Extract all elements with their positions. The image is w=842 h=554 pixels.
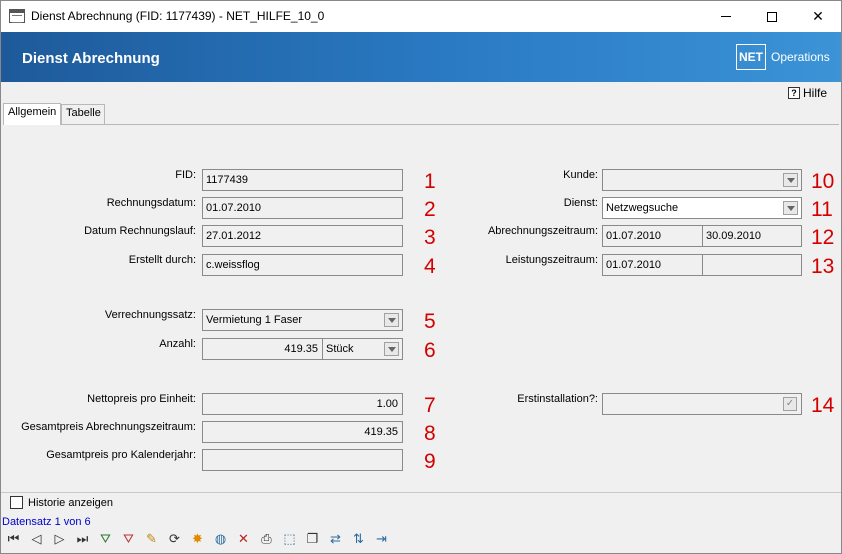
- rechnungslauf-label: Datum Rechnungslauf:: [84, 225, 196, 237]
- gesamtpreis-jahr-field[interactable]: [202, 449, 403, 471]
- maximize-icon: [767, 11, 777, 22]
- erstinstallation-label: Erstinstallation?:: [517, 393, 598, 405]
- leistungszeitraum-label: Leistungszeitraum:: [505, 254, 598, 266]
- app-icon: [9, 9, 25, 23]
- einheit-value: Stück: [326, 343, 354, 355]
- fid-label: FID:: [175, 169, 196, 181]
- divider: [1, 492, 841, 493]
- logo-text: Operations: [771, 50, 830, 64]
- next-record-icon[interactable]: ▷: [49, 529, 70, 549]
- record-toolbar: ⏮ ◁ ▷ ⏭ ⛛ ⛛ ✎ ⟳ ✸ ◍ ✕ ⎙ ⬚ ❐ ⇄ ⇅ ⇥: [3, 529, 392, 549]
- sort-icon[interactable]: ⇅: [348, 529, 369, 549]
- help-button[interactable]: ? Hilfe: [788, 86, 827, 100]
- verrechnungssatz-select[interactable]: Vermietung 1 Faser: [202, 309, 403, 331]
- tab-allgemein[interactable]: Allgemein: [3, 103, 61, 125]
- history-toggle[interactable]: Historie anzeigen: [10, 496, 113, 509]
- erstinstallation-field[interactable]: ✓: [602, 393, 802, 415]
- maximize-button[interactable]: [749, 1, 795, 32]
- marker-9: 9: [424, 450, 436, 473]
- marker-6: 6: [424, 339, 436, 362]
- prev-record-icon[interactable]: ◁: [26, 529, 47, 549]
- edit-pencil-icon[interactable]: ✎: [141, 529, 162, 549]
- gesamtpreis-jahr-label: Gesamtpreis pro Kalenderjahr:: [46, 449, 196, 461]
- window-title: Dienst Abrechnung (FID: 1177439) - NET_H…: [31, 9, 325, 23]
- refresh-icon[interactable]: ⟳: [164, 529, 185, 549]
- chevron-down-icon[interactable]: [783, 173, 798, 187]
- copy-icon[interactable]: ❐: [302, 529, 323, 549]
- nettopreis-field[interactable]: 1.00: [202, 393, 403, 415]
- form-panel: FID: 1177439 1 Rechnungsdatum: 01.07.201…: [3, 124, 839, 492]
- close-button[interactable]: ✕: [795, 1, 841, 32]
- checkbox-icon[interactable]: ✓: [783, 397, 797, 411]
- marker-10: 10: [811, 170, 835, 193]
- chevron-down-icon[interactable]: [384, 313, 399, 327]
- rechnungslauf-field[interactable]: 27.01.2012: [202, 225, 403, 247]
- erstellt-label: Erstellt durch:: [128, 254, 196, 266]
- gesamtpreis-zeitraum-label: Gesamtpreis Abrechnungszeitraum:: [21, 421, 196, 433]
- delete-icon[interactable]: ✕: [233, 529, 254, 549]
- dienst-select[interactable]: Netzwegsuche: [602, 197, 802, 219]
- globe-icon[interactable]: ◍: [210, 529, 231, 549]
- history-label: Historie anzeigen: [28, 496, 113, 509]
- help-label: Hilfe: [803, 86, 828, 100]
- page-title: Dienst Abrechnung: [22, 50, 160, 67]
- marker-8: 8: [424, 422, 436, 445]
- marker-11: 11: [811, 198, 833, 221]
- record-status: Datensatz 1 von 6: [2, 516, 91, 528]
- select-icon[interactable]: ⬚: [279, 529, 300, 549]
- kunde-select[interactable]: [602, 169, 802, 191]
- rechnungsdatum-label: Rechnungsdatum:: [106, 197, 196, 209]
- abrechnungszeitraum-from[interactable]: 01.07.2010: [602, 225, 703, 247]
- header-banner: Dienst Abrechnung NET Operations: [1, 32, 841, 82]
- last-record-icon[interactable]: ⏭: [72, 529, 93, 549]
- filter-add-icon[interactable]: ⛛: [95, 529, 116, 549]
- filter-remove-icon[interactable]: ⛛: [118, 529, 139, 549]
- minimize-button[interactable]: [703, 1, 749, 32]
- close-icon: ✕: [812, 8, 824, 24]
- dienst-value: Netzwegsuche: [606, 202, 679, 214]
- history-checkbox[interactable]: [10, 496, 23, 509]
- chevron-down-icon[interactable]: [783, 201, 798, 215]
- dienst-label: Dienst:: [563, 197, 598, 209]
- first-record-icon[interactable]: ⏮: [3, 529, 24, 549]
- abrechnungszeitraum-to[interactable]: 30.09.2010: [702, 225, 802, 247]
- fid-field[interactable]: 1177439: [202, 169, 403, 191]
- net-logo: NET: [736, 44, 766, 70]
- verrechnungssatz-value: Vermietung 1 Faser: [206, 314, 302, 326]
- abrechnungszeitraum-label: Abrechnungszeitraum:: [487, 225, 598, 237]
- exit-icon[interactable]: ⇥: [371, 529, 392, 549]
- erstellt-field[interactable]: c.weissflog: [202, 254, 403, 276]
- title-bar: Dienst Abrechnung (FID: 1177439) - NET_H…: [1, 1, 841, 32]
- leistungszeitraum-to[interactable]: [702, 254, 802, 276]
- new-record-icon[interactable]: ✸: [187, 529, 208, 549]
- kunde-label: Kunde:: [563, 169, 598, 181]
- leistungszeitraum-from[interactable]: 01.07.2010: [602, 254, 703, 276]
- transfer-icon[interactable]: ⇄: [325, 529, 346, 549]
- minimize-icon: [721, 16, 731, 17]
- anzahl-field[interactable]: 419.35: [202, 338, 323, 360]
- rechnungsdatum-field[interactable]: 01.07.2010: [202, 197, 403, 219]
- marker-12: 12: [811, 226, 835, 249]
- anzahl-label: Anzahl:: [159, 338, 196, 350]
- gesamtpreis-zeitraum-field[interactable]: 419.35: [202, 421, 403, 443]
- app-window: Dienst Abrechnung (FID: 1177439) - NET_H…: [0, 0, 842, 554]
- chevron-down-icon[interactable]: [384, 342, 399, 356]
- help-icon: ?: [788, 87, 800, 99]
- tab-tabelle[interactable]: Tabelle: [61, 104, 105, 124]
- verrechnungssatz-label: Verrechnungssatz:: [104, 309, 196, 321]
- print-icon[interactable]: ⎙: [256, 529, 277, 549]
- nettopreis-label: Nettopreis pro Einheit:: [87, 393, 196, 405]
- marker-14: 14: [811, 394, 835, 417]
- marker-13: 13: [811, 255, 835, 278]
- marker-5: 5: [424, 310, 436, 333]
- einheit-select[interactable]: Stück: [322, 338, 403, 360]
